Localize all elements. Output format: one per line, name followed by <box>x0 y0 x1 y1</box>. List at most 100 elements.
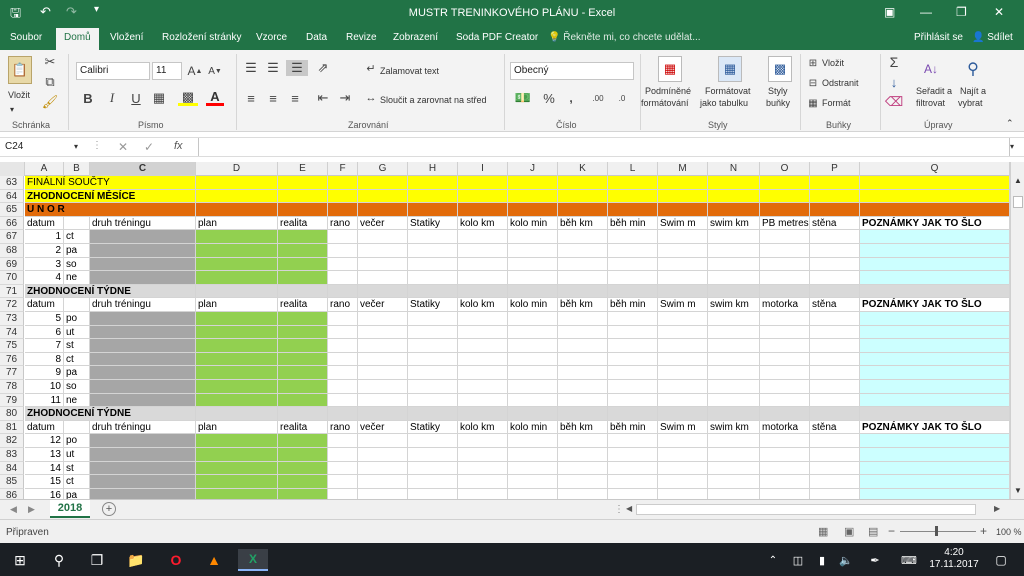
row-number[interactable]: 75 <box>0 339 24 353</box>
prev-sheet-icon[interactable]: ◀ <box>10 504 17 515</box>
cell[interactable] <box>558 352 608 367</box>
training-type-cell[interactable] <box>90 312 196 326</box>
cell[interactable] <box>558 312 608 326</box>
cell[interactable] <box>458 461 508 476</box>
cell[interactable] <box>558 284 608 299</box>
column-label-cell[interactable]: běh min <box>608 298 658 312</box>
sort-filter-icon[interactable]: A↓ <box>920 56 942 82</box>
cell[interactable] <box>760 448 810 462</box>
cell[interactable] <box>408 461 458 476</box>
reality-cell[interactable] <box>278 488 328 499</box>
column-label-cell[interactable]: běh km <box>558 216 608 231</box>
scroll-down-icon[interactable]: ▼ <box>1014 486 1022 495</box>
cell[interactable] <box>708 352 760 367</box>
day-number-cell[interactable]: 9 <box>25 366 64 380</box>
notes-cell[interactable] <box>860 488 1010 499</box>
tab-data[interactable]: Data <box>306 32 327 43</box>
tell-me-box[interactable]: 💡 Řekněte mi, co chcete udělat... <box>548 32 701 43</box>
cell[interactable] <box>658 475 708 489</box>
training-type-cell[interactable] <box>90 257 196 272</box>
cell[interactable] <box>810 461 860 476</box>
column-label-cell[interactable]: večer <box>358 420 408 435</box>
cell[interactable] <box>810 339 860 353</box>
section-title-cell[interactable]: FINÁLNÍ SOUČTY <box>25 176 196 190</box>
bold-icon[interactable]: B <box>80 90 96 106</box>
cell[interactable] <box>408 203 458 217</box>
day-number-cell[interactable]: 2 <box>25 244 64 258</box>
plan-cell[interactable] <box>196 339 278 353</box>
normal-view-icon[interactable]: ▦ <box>818 525 828 538</box>
cell[interactable] <box>408 352 458 367</box>
row-number[interactable]: 78 <box>0 380 24 394</box>
cell[interactable] <box>558 393 608 408</box>
name-box[interactable]: C24 <box>2 139 82 155</box>
show-hidden-icons[interactable]: ⌃ <box>766 549 780 571</box>
cell[interactable] <box>458 230 508 244</box>
notes-cell[interactable] <box>860 393 1010 408</box>
scroll-up-icon[interactable]: ▲ <box>1014 176 1022 185</box>
expand-formula-icon[interactable]: ▾ <box>1010 142 1014 151</box>
cell[interactable] <box>508 271 558 285</box>
cell[interactable] <box>458 434 508 448</box>
vertical-scrollbar[interactable]: ▲ ▼ <box>1010 162 1024 499</box>
week-summary-cell[interactable]: ZHODNOCENÍ TÝDNE <box>25 407 196 421</box>
weekday-cell[interactable]: ct <box>64 475 90 489</box>
notes-cell[interactable] <box>860 271 1010 285</box>
cut-icon[interactable]: ✂ <box>42 54 58 70</box>
column-header-o[interactable]: O <box>760 162 810 176</box>
column-label-cell[interactable]: swim km <box>708 298 760 312</box>
cell[interactable] <box>810 244 860 258</box>
cell[interactable] <box>358 244 408 258</box>
zoom-in-icon[interactable]: + <box>980 524 987 538</box>
cell[interactable] <box>810 407 860 421</box>
cell[interactable] <box>508 230 558 244</box>
column-label-cell[interactable] <box>64 216 90 231</box>
wrap-text-button[interactable]: Zalamovat text <box>380 66 439 76</box>
plan-cell[interactable] <box>196 393 278 408</box>
share-button[interactable]: 👤 Sdílet <box>972 32 1013 43</box>
cell[interactable] <box>760 352 810 367</box>
cell[interactable] <box>328 325 358 340</box>
column-header-n[interactable]: N <box>708 162 760 176</box>
cell[interactable] <box>328 407 358 421</box>
column-label-cell[interactable]: rano <box>328 420 358 435</box>
zoom-level[interactable]: 100 % <box>996 527 1022 537</box>
zoom-slider[interactable] <box>900 531 976 532</box>
weekday-cell[interactable]: po <box>64 312 90 326</box>
column-header-d[interactable]: D <box>196 162 278 176</box>
cell[interactable] <box>408 393 458 408</box>
notes-cell[interactable] <box>860 434 1010 448</box>
cell[interactable] <box>278 203 328 217</box>
delete-cells-icon[interactable]: ⊟ <box>806 76 820 90</box>
cell[interactable] <box>658 448 708 462</box>
column-label-cell[interactable]: běh km <box>558 298 608 312</box>
column-label-cell[interactable]: POZNÁMKY JAK TO ŠLO <box>860 420 1010 435</box>
column-label-cell[interactable]: kolo min <box>508 420 558 435</box>
cell[interactable] <box>708 380 760 394</box>
conditional-formatting-icon[interactable]: ▦ <box>658 56 682 82</box>
tab-page-layout[interactable]: Rozložení stránky <box>162 32 241 43</box>
training-type-cell[interactable] <box>90 380 196 394</box>
conditional-formatting-line1[interactable]: Podmíněné <box>645 86 691 96</box>
format-painter-icon[interactable]: 🖌 <box>42 94 59 110</box>
section-title-cell[interactable]: ZHODNOCENÍ MĚSÍCE <box>25 189 196 204</box>
training-type-cell[interactable] <box>90 339 196 353</box>
cell[interactable] <box>508 475 558 489</box>
column-label-cell[interactable] <box>64 420 90 435</box>
cell[interactable] <box>608 380 658 394</box>
cell[interactable] <box>458 189 508 204</box>
cell[interactable] <box>358 271 408 285</box>
cell[interactable] <box>408 230 458 244</box>
format-as-table-icon[interactable]: ▦ <box>718 56 742 82</box>
tab-soda-pdf[interactable]: Soda PDF Creator <box>456 32 538 43</box>
day-number-cell[interactable]: 10 <box>25 380 64 394</box>
weekday-cell[interactable]: st <box>64 461 90 476</box>
cell[interactable] <box>458 366 508 380</box>
cell[interactable] <box>358 461 408 476</box>
decrease-decimal-icon[interactable]: .0 <box>612 90 632 106</box>
cell[interactable] <box>658 352 708 367</box>
cell[interactable] <box>708 189 760 204</box>
cell-styles-icon[interactable]: ▩ <box>768 56 792 82</box>
column-label-cell[interactable]: datum <box>25 298 64 312</box>
cell[interactable] <box>760 339 810 353</box>
